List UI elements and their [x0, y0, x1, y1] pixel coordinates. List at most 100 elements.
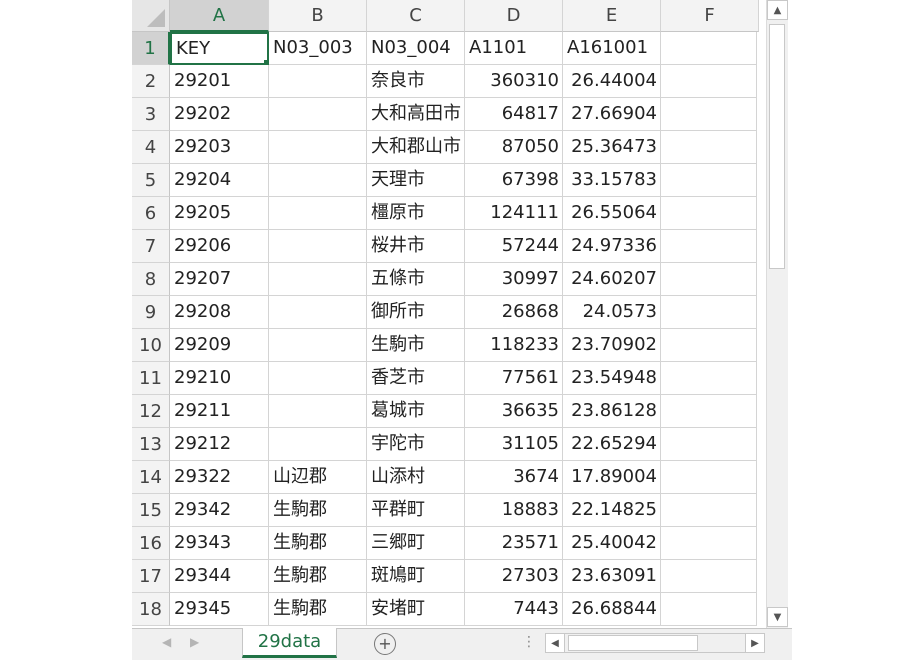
- table-cell[interactable]: 29342: [170, 494, 269, 527]
- table-cell[interactable]: [661, 164, 757, 197]
- table-cell[interactable]: [661, 395, 757, 428]
- table-cell[interactable]: 87050: [465, 131, 563, 164]
- table-cell[interactable]: 22.65294: [563, 428, 661, 461]
- table-cell[interactable]: 29211: [170, 395, 269, 428]
- row-header[interactable]: 11: [132, 362, 170, 395]
- table-cell[interactable]: 17.89004: [563, 461, 661, 494]
- table-cell[interactable]: 31105: [465, 428, 563, 461]
- table-cell[interactable]: [661, 593, 757, 626]
- table-cell[interactable]: 生駒郡: [269, 560, 367, 593]
- table-cell[interactable]: N03_003: [269, 32, 367, 65]
- table-cell[interactable]: 生駒郡: [269, 593, 367, 626]
- table-cell[interactable]: [269, 263, 367, 296]
- table-cell[interactable]: 橿原市: [367, 197, 465, 230]
- table-cell[interactable]: [269, 230, 367, 263]
- table-cell[interactable]: 22.14825: [563, 494, 661, 527]
- table-cell[interactable]: [661, 296, 757, 329]
- table-cell[interactable]: 23.86128: [563, 395, 661, 428]
- table-cell[interactable]: [269, 362, 367, 395]
- table-cell[interactable]: [269, 329, 367, 362]
- table-cell[interactable]: 24.60207: [563, 263, 661, 296]
- sheet-next-icon[interactable]: ▶: [190, 635, 199, 649]
- table-cell[interactable]: 25.40042: [563, 527, 661, 560]
- row-header[interactable]: 8: [132, 263, 170, 296]
- table-cell[interactable]: 29207: [170, 263, 269, 296]
- column-header-d[interactable]: D: [465, 0, 563, 32]
- table-cell[interactable]: 29212: [170, 428, 269, 461]
- table-cell[interactable]: [269, 395, 367, 428]
- table-cell[interactable]: [661, 65, 757, 98]
- row-header[interactable]: 7: [132, 230, 170, 263]
- table-cell[interactable]: 29205: [170, 197, 269, 230]
- table-cell[interactable]: 29206: [170, 230, 269, 263]
- row-header[interactable]: 2: [132, 65, 170, 98]
- table-cell[interactable]: [269, 428, 367, 461]
- table-cell[interactable]: 33.15783: [563, 164, 661, 197]
- row-header[interactable]: 15: [132, 494, 170, 527]
- table-cell[interactable]: 29204: [170, 164, 269, 197]
- table-cell[interactable]: 29201: [170, 65, 269, 98]
- table-cell[interactable]: 29343: [170, 527, 269, 560]
- table-cell[interactable]: 67398: [465, 164, 563, 197]
- row-header[interactable]: 17: [132, 560, 170, 593]
- horizontal-scrollbar[interactable]: ◀ ▶: [545, 633, 765, 653]
- table-cell[interactable]: 香芝市: [367, 362, 465, 395]
- table-cell[interactable]: 斑鳩町: [367, 560, 465, 593]
- row-header[interactable]: 4: [132, 131, 170, 164]
- vertical-dots-icon[interactable]: ⋮: [522, 634, 536, 650]
- table-cell[interactable]: 生駒市: [367, 329, 465, 362]
- table-cell[interactable]: A161001: [563, 32, 661, 65]
- table-cell[interactable]: 29202: [170, 98, 269, 131]
- table-cell[interactable]: 25.36473: [563, 131, 661, 164]
- table-cell[interactable]: [269, 164, 367, 197]
- table-cell[interactable]: [661, 527, 757, 560]
- scroll-up-icon[interactable]: ▲: [767, 0, 788, 20]
- table-cell[interactable]: 30997: [465, 263, 563, 296]
- table-cell[interactable]: [661, 263, 757, 296]
- row-header[interactable]: 13: [132, 428, 170, 461]
- row-header[interactable]: 1: [132, 32, 170, 65]
- table-cell[interactable]: [269, 296, 367, 329]
- row-header[interactable]: 9: [132, 296, 170, 329]
- table-cell[interactable]: 五條市: [367, 263, 465, 296]
- table-cell[interactable]: 宇陀市: [367, 428, 465, 461]
- table-cell[interactable]: 29322: [170, 461, 269, 494]
- table-cell[interactable]: 三郷町: [367, 527, 465, 560]
- column-header-e[interactable]: E: [563, 0, 661, 32]
- scroll-down-icon[interactable]: ▼: [767, 607, 788, 627]
- horizontal-scroll-thumb[interactable]: [568, 635, 698, 651]
- table-cell[interactable]: 29208: [170, 296, 269, 329]
- table-cell[interactable]: 3674: [465, 461, 563, 494]
- row-header[interactable]: 16: [132, 527, 170, 560]
- table-cell[interactable]: [661, 560, 757, 593]
- table-cell[interactable]: 36635: [465, 395, 563, 428]
- row-header[interactable]: 18: [132, 593, 170, 626]
- table-cell[interactable]: [661, 230, 757, 263]
- row-header[interactable]: 3: [132, 98, 170, 131]
- plus-circle-icon[interactable]: +: [374, 633, 396, 655]
- table-cell[interactable]: [269, 197, 367, 230]
- column-header-a[interactable]: A: [170, 0, 269, 32]
- table-cell[interactable]: 26.68844: [563, 593, 661, 626]
- table-cell[interactable]: 大和高田市: [367, 98, 465, 131]
- table-cell[interactable]: 27.66904: [563, 98, 661, 131]
- table-cell[interactable]: [661, 428, 757, 461]
- active-cell[interactable]: KEY: [170, 32, 269, 65]
- row-header[interactable]: 10: [132, 329, 170, 362]
- table-cell[interactable]: 29210: [170, 362, 269, 395]
- table-cell[interactable]: 24.0573: [563, 296, 661, 329]
- table-cell[interactable]: 360310: [465, 65, 563, 98]
- table-cell[interactable]: [269, 131, 367, 164]
- table-cell[interactable]: 23.54948: [563, 362, 661, 395]
- column-header-f[interactable]: F: [661, 0, 759, 32]
- table-cell[interactable]: 29203: [170, 131, 269, 164]
- table-cell[interactable]: 29345: [170, 593, 269, 626]
- row-header[interactable]: 14: [132, 461, 170, 494]
- table-cell[interactable]: 天理市: [367, 164, 465, 197]
- table-cell[interactable]: [661, 461, 757, 494]
- table-cell[interactable]: 安堵町: [367, 593, 465, 626]
- column-header-b[interactable]: B: [269, 0, 367, 32]
- sheet-prev-icon[interactable]: ◀: [162, 635, 171, 649]
- row-header[interactable]: 5: [132, 164, 170, 197]
- table-cell[interactable]: 27303: [465, 560, 563, 593]
